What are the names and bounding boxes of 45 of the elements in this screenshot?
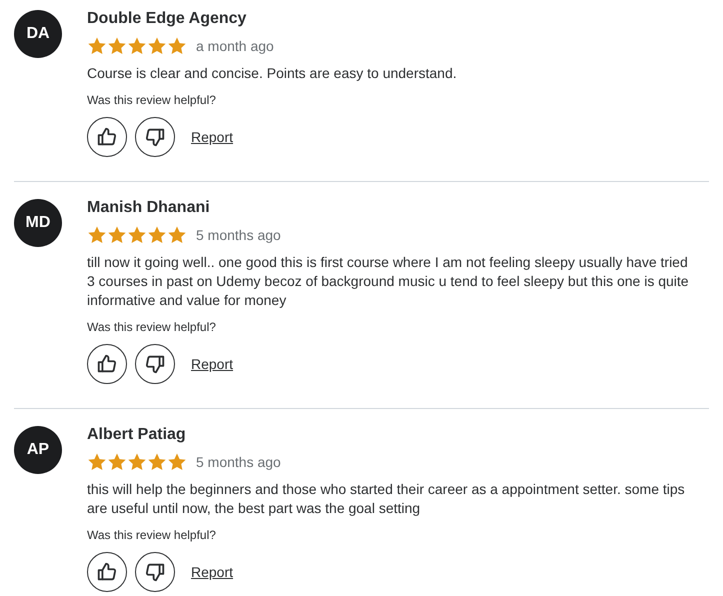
helpful-button[interactable] — [87, 344, 127, 384]
star-icon — [147, 452, 167, 472]
avatar: MD — [14, 199, 62, 247]
thumbs-down-icon — [144, 561, 166, 583]
star-icon — [87, 452, 107, 472]
review-time: a month ago — [196, 36, 274, 56]
star-icon — [107, 225, 127, 245]
review-time: 5 months ago — [196, 452, 281, 472]
review-text: till now it going well.. one good this is first course where I am not feeling sleepy usually have tried 3 courses in past on Udemy becoz of background music u tend to feel sleepy but this one is quite informative and value for money — [87, 253, 690, 310]
star-icon — [147, 36, 167, 56]
reviewer-name: Double Edge Agency — [87, 9, 248, 29]
star-icon — [167, 36, 187, 56]
avatar: DA — [14, 10, 62, 58]
star-icon — [87, 225, 107, 245]
helpful-prompt: Was this review helpful? — [87, 319, 217, 335]
star-icon — [167, 225, 187, 245]
star-icon — [127, 225, 147, 245]
avatar: AP — [14, 426, 62, 474]
helpful-prompt: Was this review helpful? — [87, 527, 217, 543]
report-link[interactable]: Report — [191, 354, 234, 374]
reviewer-name: Manish Dhanani — [87, 198, 211, 218]
helpful-prompt: Was this review helpful? — [87, 92, 217, 108]
review-text: Course is clear and concise. Points are easy to understand. — [87, 64, 457, 83]
not-helpful-button[interactable] — [135, 117, 175, 157]
thumbs-down-icon — [144, 353, 166, 375]
report-link[interactable]: Report — [191, 126, 234, 148]
star-icon — [147, 225, 167, 245]
thumbs-up-icon — [96, 126, 118, 148]
star-icon — [127, 452, 147, 472]
star-icon — [127, 36, 147, 56]
thumbs-up-icon — [96, 353, 118, 375]
thumbs-up-icon — [96, 561, 118, 583]
star-icon — [167, 452, 187, 472]
not-helpful-button[interactable] — [135, 552, 175, 592]
star-icon — [87, 36, 107, 56]
review-text: this will help the beginners and those who started their career as a appointment setter. some tips are useful until now, the best part was the goal setting — [87, 480, 686, 518]
reviewer-name: Albert Patiag — [87, 425, 187, 445]
helpful-button[interactable] — [87, 117, 127, 157]
star-icon — [107, 452, 127, 472]
thumbs-down-icon — [144, 126, 166, 148]
report-link[interactable]: Report — [191, 562, 234, 582]
star-icon — [107, 36, 127, 56]
not-helpful-button[interactable] — [135, 344, 175, 384]
helpful-button[interactable] — [87, 552, 127, 592]
review-time: 5 months ago — [196, 226, 281, 245]
